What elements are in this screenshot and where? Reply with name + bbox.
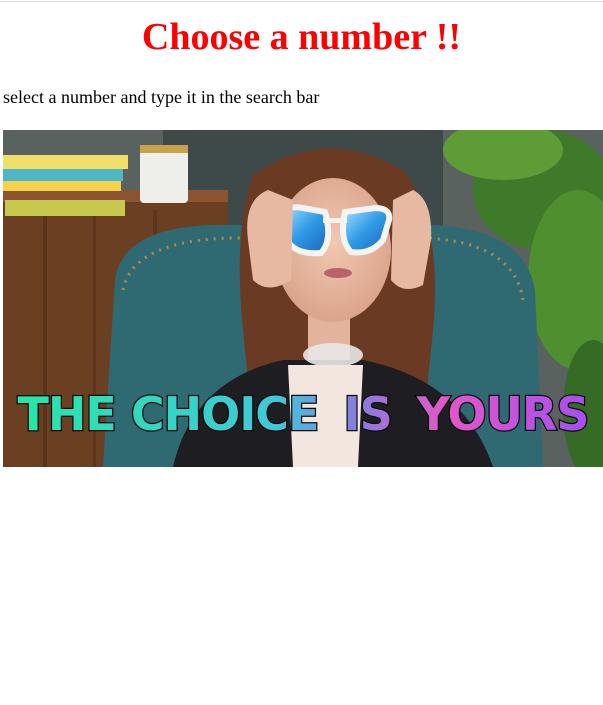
gif-caption: THE CHOICE IS YOURS xyxy=(18,387,589,441)
choice-gif-image: THE CHOICE IS YOURS xyxy=(3,130,603,467)
top-divider xyxy=(0,1,603,2)
instruction-text: select a number and type it in the searc… xyxy=(3,87,320,107)
page-title: Choose a number !! xyxy=(141,16,462,58)
page: Choose a number !! select a number and t… xyxy=(0,0,603,705)
